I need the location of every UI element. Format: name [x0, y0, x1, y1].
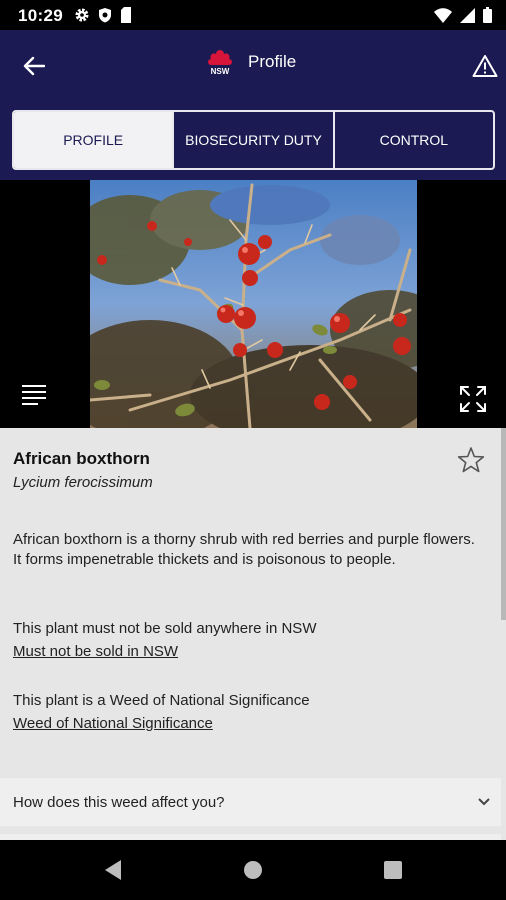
- wons-link[interactable]: Weed of National Significance: [13, 715, 213, 732]
- tab-profile[interactable]: PROFILE: [14, 112, 173, 168]
- signal-icon: [460, 7, 475, 23]
- star-icon[interactable]: [456, 445, 486, 475]
- tab-group: PROFILE BIOSECURITY DUTY CONTROL: [12, 110, 495, 170]
- nsw-logo: NSW: [208, 50, 232, 76]
- page-title: Profile: [248, 52, 297, 71]
- weed-description: African boxthorn is a thorny shrub with …: [13, 531, 475, 568]
- app-title-group: NSW Profile: [206, 48, 296, 76]
- accordion-label: How does this weed affect you?: [13, 793, 225, 811]
- shield-icon: [99, 8, 111, 23]
- menu-icon[interactable]: [18, 380, 50, 412]
- weed-impact-accordion[interactable]: How does this weed affect you?: [0, 778, 501, 826]
- sale-rule-text: This plant must not be sold anywhere in …: [13, 620, 317, 637]
- square-recents-icon: [384, 861, 402, 879]
- back-button[interactable]: [16, 50, 52, 82]
- app-bar: NSW Profile: [0, 30, 506, 102]
- warning-icon: [472, 55, 498, 77]
- status-left-icons: [74, 7, 132, 23]
- common-name: African boxthorn: [13, 449, 150, 468]
- battery-icon: [483, 7, 492, 23]
- circle-home-icon: [244, 861, 262, 879]
- nsw-logo-text: NSW: [211, 67, 230, 76]
- chevron-down-icon: [478, 798, 490, 806]
- status-right-icons: [434, 7, 492, 23]
- tab-bar: PROFILE BIOSECURITY DUTY CONTROL: [0, 102, 506, 180]
- tab-biosecurity-duty[interactable]: BIOSECURITY DUTY: [172, 112, 332, 168]
- scrollbar[interactable]: [501, 428, 506, 620]
- status-time: 10:29: [18, 6, 63, 25]
- weed-image-gallery[interactable]: [0, 180, 506, 428]
- nav-recents-button[interactable]: [381, 858, 405, 882]
- weed-profile-content[interactable]: African boxthorn Lycium ferocissimum Afr…: [0, 428, 506, 840]
- nav-home-button[interactable]: [241, 858, 265, 882]
- wifi-icon: [434, 7, 452, 23]
- nav-back-button[interactable]: [101, 858, 125, 882]
- system-nav-bar: [0, 840, 506, 900]
- tab-control[interactable]: CONTROL: [332, 112, 493, 168]
- status-bar: 10:29: [0, 0, 506, 30]
- report-warning-button[interactable]: [468, 50, 502, 82]
- triangle-back-icon: [105, 860, 121, 880]
- fullscreen-icon[interactable]: [458, 384, 488, 414]
- gear-icon: [75, 8, 89, 22]
- wons-rule-text: This plant is a Weed of National Signifi…: [13, 692, 310, 709]
- weed-photo: [90, 180, 417, 428]
- arrow-left-icon: [23, 56, 45, 76]
- sim-card-icon: [121, 7, 131, 23]
- sale-rule-link[interactable]: Must not be sold in NSW: [13, 643, 178, 660]
- scientific-name: Lycium ferocissimum: [13, 474, 153, 491]
